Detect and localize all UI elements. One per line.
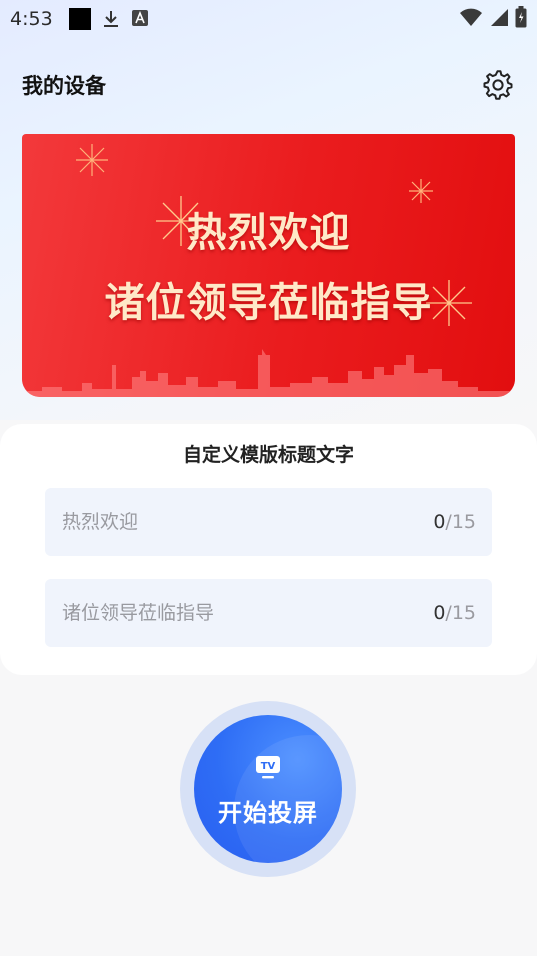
battery-icon [515, 6, 527, 32]
a-icon [131, 9, 151, 29]
status-right-icons [459, 6, 527, 32]
tv-icon-text: TV [261, 761, 276, 772]
download-icon [101, 9, 121, 29]
gear-icon [483, 70, 513, 100]
banner-line-1: 热烈欢迎 [186, 210, 351, 256]
title-input-1[interactable] [62, 511, 434, 533]
settings-button[interactable] [481, 68, 515, 102]
welcome-banner: 热烈欢迎 诸位领导莅临指导 [22, 134, 515, 397]
title-field-1[interactable]: 0/15 [45, 488, 492, 556]
signal-icon [489, 7, 509, 31]
cast-button-label: 开始投屏 [218, 799, 318, 827]
status-time: 4:53 [10, 8, 53, 30]
city-skyline-decoration [22, 349, 515, 397]
wifi-icon [459, 7, 483, 31]
header: 我的设备 [0, 62, 537, 108]
start-cast-button[interactable]: TV 开始投屏 [194, 715, 342, 863]
status-bar: 4:53 [0, 0, 537, 38]
firework-decoration [76, 144, 108, 176]
title-field-2[interactable]: 0/15 [45, 579, 492, 647]
form-title: 自定义模版标题文字 [182, 444, 354, 466]
char-counter-1: 0/15 [433, 511, 476, 533]
title-input-2[interactable] [62, 602, 434, 624]
banner-line-2: 诸位领导莅临指导 [104, 280, 433, 326]
tv-icon: TV [256, 756, 280, 779]
page-title: 我的设备 [22, 74, 106, 98]
template-form-card: 自定义模版标题文字 0/15 0/15 [0, 424, 537, 675]
notification-square-icon [68, 8, 91, 30]
char-counter-2: 0/15 [433, 602, 476, 624]
